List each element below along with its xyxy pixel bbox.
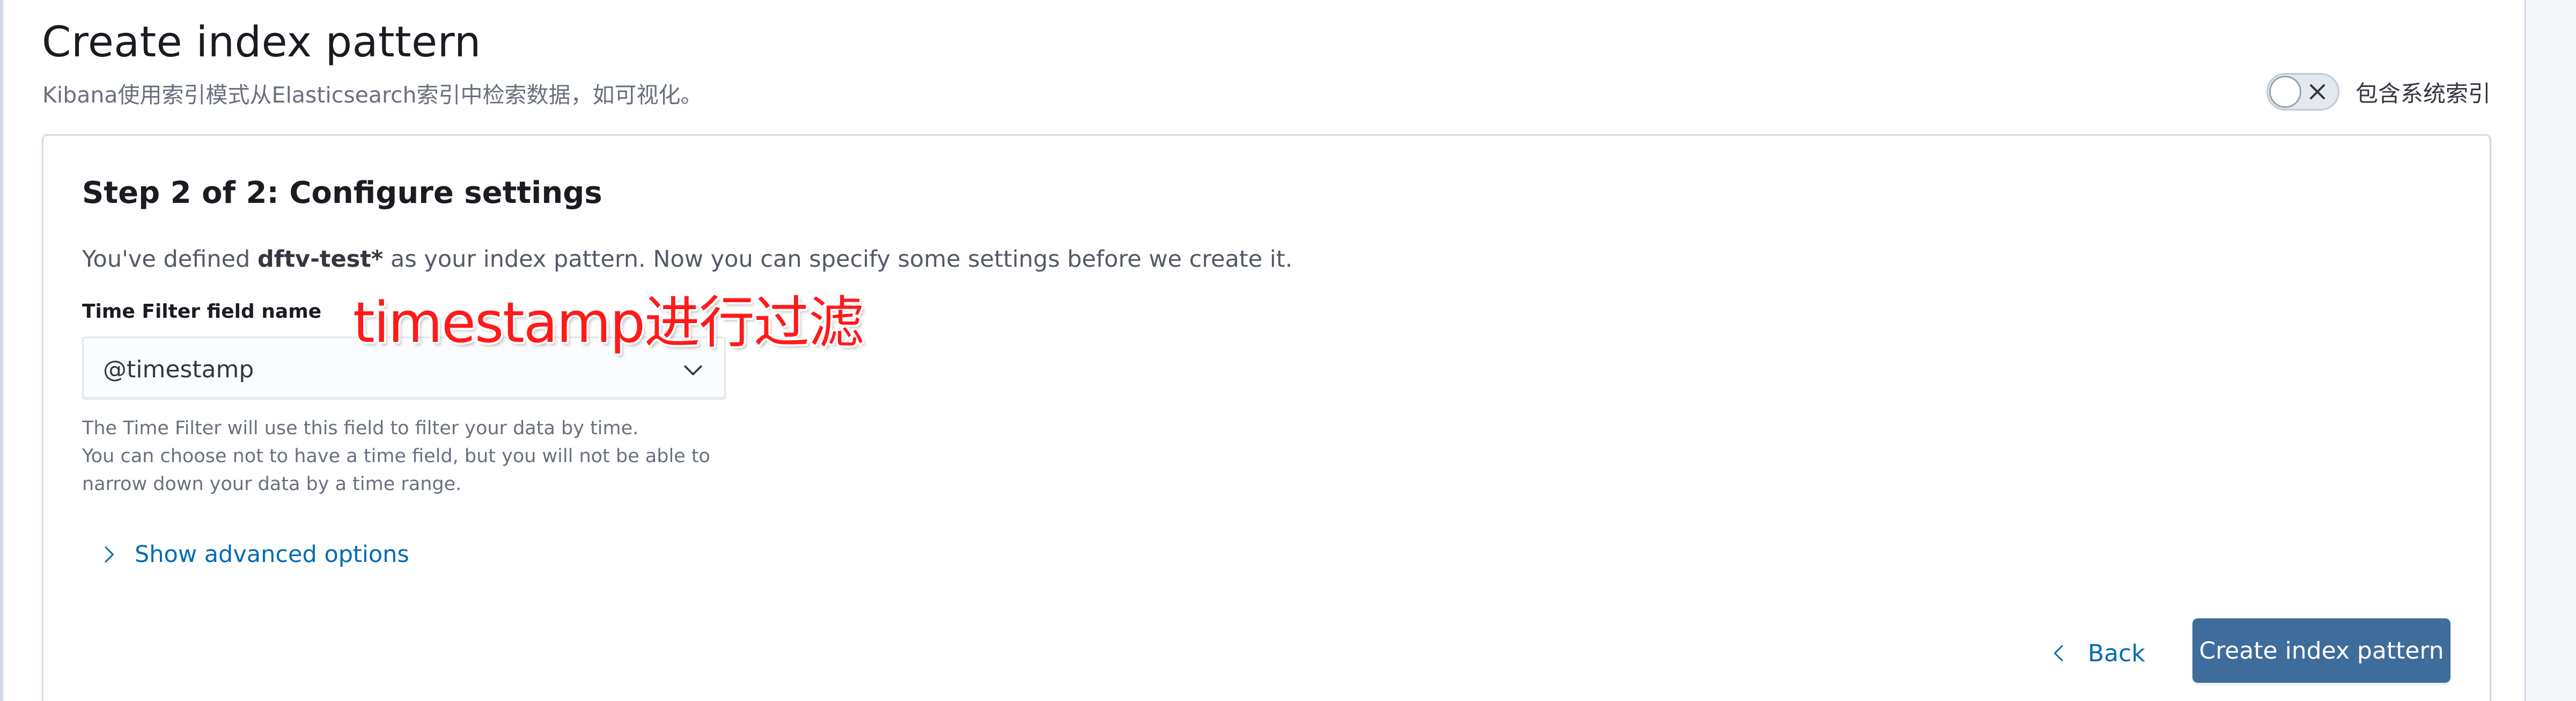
chevron-down-icon (684, 365, 702, 376)
back-button[interactable]: Back (2049, 637, 2145, 669)
help-line: You can choose not to have a time field,… (82, 446, 710, 467)
close-icon (2310, 84, 2325, 99)
time-filter-help-text: The Time Filter will use this field to f… (82, 414, 779, 498)
show-advanced-options-label: Show advanced options (135, 541, 409, 568)
time-filter-field-label: Time Filter field name (82, 301, 322, 323)
right-gutter (2525, 0, 2576, 701)
back-button-label: Back (2088, 639, 2145, 667)
step-description-suffix: as your index pattern. Now you can speci… (383, 246, 1293, 273)
annotation-overlay-text: timestamp进行过滤 (353, 290, 864, 355)
left-edge-border (0, 0, 3, 701)
step-title: Step 2 of 2: Configure settings (82, 176, 602, 210)
create-index-pattern-button[interactable]: Create index pattern (2192, 618, 2450, 683)
step-description-prefix: You've defined (82, 246, 258, 273)
include-system-indices-label: 包含系统索引 (2356, 80, 2491, 107)
page-subtitle: Kibana使用索引模式从Elasticsearch索引中检索数据，如可视化。 (42, 82, 703, 108)
page-title: Create index pattern (42, 18, 481, 67)
chevron-left-icon (2054, 645, 2063, 661)
show-advanced-options-toggle[interactable]: Show advanced options (99, 541, 409, 568)
time-filter-field-value: @timestamp (103, 356, 254, 383)
include-system-indices-toggle-group: 包含系统索引 (2266, 73, 2491, 111)
chevron-right-icon (105, 546, 114, 563)
help-line: narrow down your data by a time range. (82, 473, 462, 495)
index-pattern-name: dftv-test* (257, 246, 384, 273)
include-system-indices-switch[interactable] (2266, 73, 2339, 111)
step-description: You've defined dftv-test* as your index … (82, 246, 1292, 273)
help-line: The Time Filter will use this field to f… (82, 418, 639, 439)
switch-knob (2269, 76, 2301, 108)
